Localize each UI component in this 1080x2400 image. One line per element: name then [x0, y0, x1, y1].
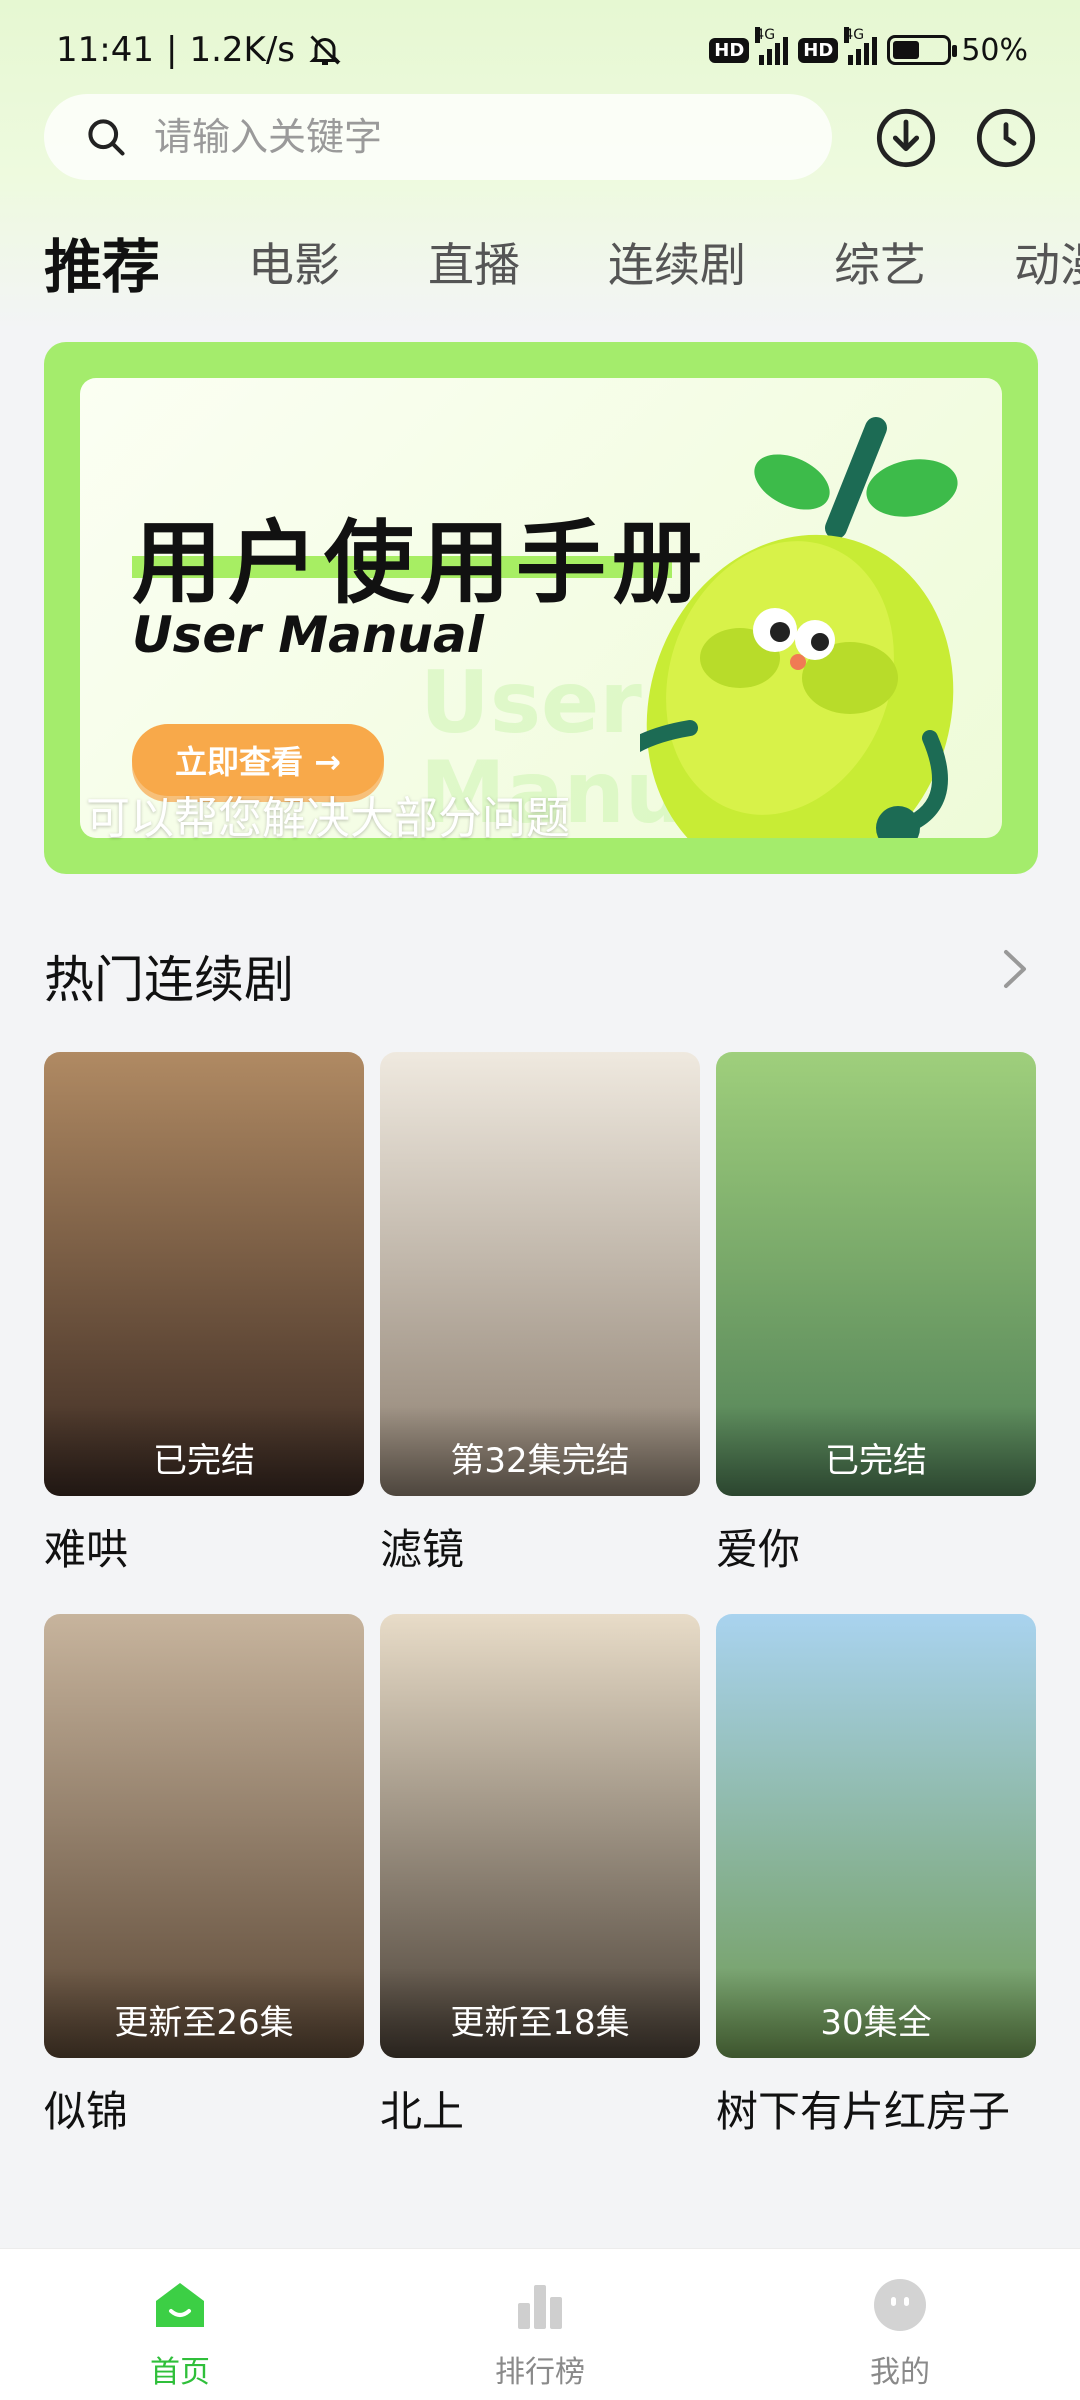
nav-ranking-label: 排行榜 [495, 2355, 585, 2390]
drama-title: 爱你 [716, 1525, 801, 1574]
drama-poster: 30集全 [716, 1614, 1036, 2058]
network-type-label: 4G [755, 27, 776, 43]
drama-poster: 更新至26集 [44, 1614, 364, 2058]
drama-title: 树下有片红房子 [716, 2087, 1011, 2136]
banner-content: 用户使用手册 User Manual User Manual 立即查看 → [80, 378, 1002, 838]
tab-series[interactable]: 连续剧 [608, 229, 746, 295]
tab-recommend[interactable]: 推荐 [44, 220, 160, 304]
tab-movie[interactable]: 电影 [248, 229, 340, 295]
status-time: 11:41 [56, 30, 154, 70]
drama-card[interactable]: 第32集完结 滤镜 [380, 1052, 700, 1577]
nav-home[interactable]: 首页 [100, 2277, 260, 2391]
status-separator: | [165, 30, 178, 70]
history-clock-icon[interactable] [974, 106, 1038, 170]
episode-status-badge: 更新至26集 [44, 1968, 364, 2058]
tab-anime[interactable]: 动漫 [1014, 229, 1080, 295]
bell-muted-icon [309, 35, 341, 65]
drama-card[interactable]: 已完结 爱你 [716, 1052, 1036, 1577]
category-tabs: 推荐 电影 直播 连续剧 综艺 动漫 [44, 222, 1080, 302]
download-icon[interactable] [874, 106, 938, 170]
section-title: 热门连续剧 [44, 951, 294, 1009]
episode-status-badge: 已完结 [44, 1406, 364, 1496]
drama-card[interactable]: 更新至26集 似锦 [44, 1614, 364, 2139]
drama-poster: 已完结 [44, 1052, 364, 1496]
status-bar: 11:41 | 1.2K/s HD 4G HD 4G 50% [0, 0, 1080, 100]
home-icon [156, 2283, 204, 2327]
hd-badge: HD [709, 37, 750, 63]
search-input[interactable] [154, 115, 754, 159]
tab-live[interactable]: 直播 [428, 229, 520, 295]
drama-card[interactable]: 30集全 树下有片红房子 [716, 1614, 1036, 2139]
banner-title: 用户使用手册 [132, 511, 708, 616]
drama-card[interactable]: 已完结 难哄 [44, 1052, 364, 1577]
episode-status-badge: 已完结 [716, 1406, 1036, 1496]
episode-status-badge: 30集全 [716, 1968, 1036, 2058]
network-speed: 1.2K/s [189, 30, 295, 70]
nav-ranking[interactable]: 排行榜 [460, 2277, 620, 2391]
drama-title: 难哄 [44, 1525, 129, 1574]
drama-title: 滤镜 [380, 1525, 465, 1574]
status-left: 11:41 | 1.2K/s [56, 30, 343, 70]
network-type-label: 4G [844, 27, 865, 43]
drama-poster: 更新至18集 [380, 1614, 700, 2058]
signal-icon: 4G [755, 27, 789, 65]
user-manual-banner[interactable]: 用户使用手册 User Manual User Manual 立即查看 → 可以… [44, 342, 1038, 874]
drama-poster: 已完结 [716, 1052, 1036, 1496]
nav-profile-label: 我的 [870, 2355, 930, 2390]
battery-percent: 50% [961, 32, 1028, 68]
bottom-navigation: 首页 排行榜 我的 [0, 2248, 1080, 2400]
episode-status-badge: 更新至18集 [380, 1968, 700, 2058]
chart-bar-icon [518, 2285, 562, 2329]
battery-icon [887, 35, 958, 65]
nav-profile[interactable]: 我的 [820, 2277, 980, 2391]
drama-card[interactable]: 更新至18集 北上 [380, 1614, 700, 2139]
drama-title: 似锦 [44, 2087, 129, 2136]
nav-home-label: 首页 [150, 2355, 210, 2390]
drama-title: 北上 [380, 2087, 465, 2136]
episode-status-badge: 第32集完结 [380, 1406, 700, 1496]
banner-caption: 可以帮您解决大部分问题 [86, 793, 570, 844]
chevron-right-icon[interactable] [1000, 946, 1030, 992]
signal-icon: 4G [844, 27, 878, 65]
search-icon [88, 119, 125, 156]
status-right: HD 4G HD 4G 50% [709, 27, 1028, 68]
drama-poster: 第32集完结 [380, 1052, 700, 1496]
search-bar[interactable] [44, 94, 832, 180]
hd-badge: HD [798, 37, 839, 63]
tab-variety[interactable]: 综艺 [834, 229, 926, 295]
profile-icon [874, 2279, 926, 2331]
lemon-mascot-illustration [640, 417, 958, 838]
